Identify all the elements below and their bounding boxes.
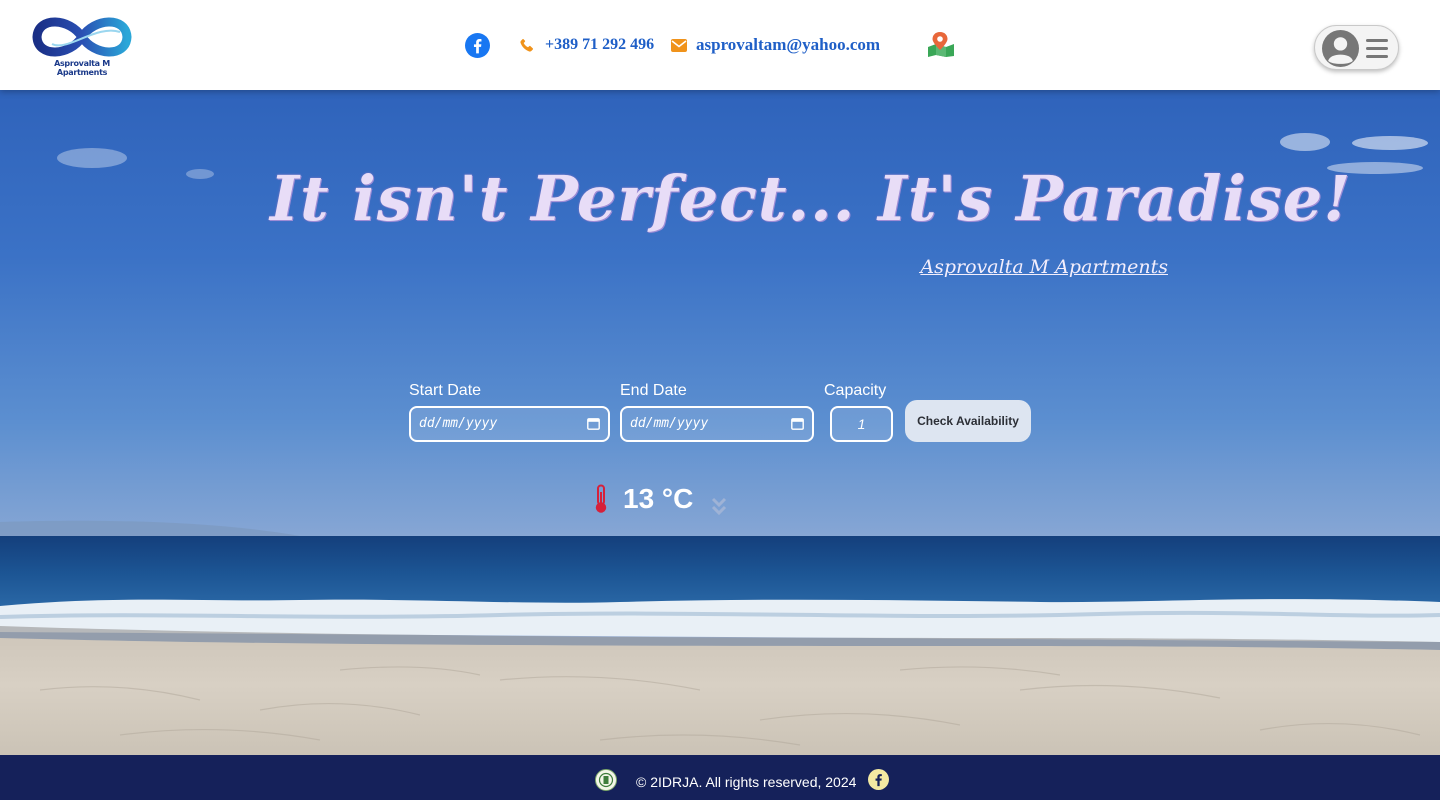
check-availability-button[interactable]: Check Availability (905, 400, 1031, 442)
footer-facebook-link[interactable] (868, 769, 889, 790)
chevron-down-icon[interactable] (710, 495, 728, 517)
hero-subline-link[interactable]: Asprovalta M Apartments (890, 256, 1168, 278)
copyright-text: © 2IDRJA. All rights reserved, 2024 (636, 774, 857, 790)
site-header: Asprovalta M Apartments +389 71 292 496 … (0, 0, 1440, 90)
hero-section: It isn't Perfect... It's Paradise! Aspro… (0, 90, 1440, 755)
temperature-value: 13 °C (623, 483, 694, 514)
email-link[interactable]: asprovaltam@yahoo.com (696, 35, 880, 55)
facebook-icon (868, 769, 889, 790)
capacity-input[interactable]: 1 (830, 406, 893, 442)
phone-link[interactable]: +389 71 292 496 (545, 36, 654, 54)
phone-icon (520, 38, 534, 52)
end-date-input[interactable]: dd/mm/yyyy (620, 406, 814, 442)
site-footer: © 2IDRJA. All rights reserved, 2024 (0, 755, 1440, 800)
envelope-icon (671, 39, 687, 52)
capacity-label: Capacity (824, 382, 887, 399)
calendar-icon[interactable] (587, 417, 600, 430)
company-seal-icon (595, 769, 617, 791)
user-menu-button[interactable] (1314, 25, 1399, 70)
brand-logo[interactable]: Asprovalta M Apartments (32, 14, 132, 77)
thermometer-icon (595, 484, 607, 513)
infinity-logo-icon (32, 17, 132, 57)
start-date-label: Start Date (409, 382, 482, 399)
start-date-placeholder: dd/mm/yyyy (419, 416, 498, 431)
logo-text: Asprovalta M Apartments (54, 59, 110, 77)
bars-icon (1366, 39, 1388, 58)
hero-headline: It isn't Perfect... It's Paradise! (270, 162, 1352, 235)
calendar-icon[interactable] (791, 417, 804, 430)
map-pin-icon (928, 32, 954, 57)
user-icon (1322, 30, 1359, 67)
end-date-placeholder: dd/mm/yyyy (630, 416, 709, 431)
facebook-icon (465, 33, 490, 58)
map-link[interactable] (926, 31, 956, 57)
start-date-input[interactable]: dd/mm/yyyy (409, 406, 610, 442)
end-date-label: End Date (620, 382, 687, 399)
facebook-link[interactable] (465, 33, 490, 58)
capacity-value: 1 (857, 416, 866, 432)
